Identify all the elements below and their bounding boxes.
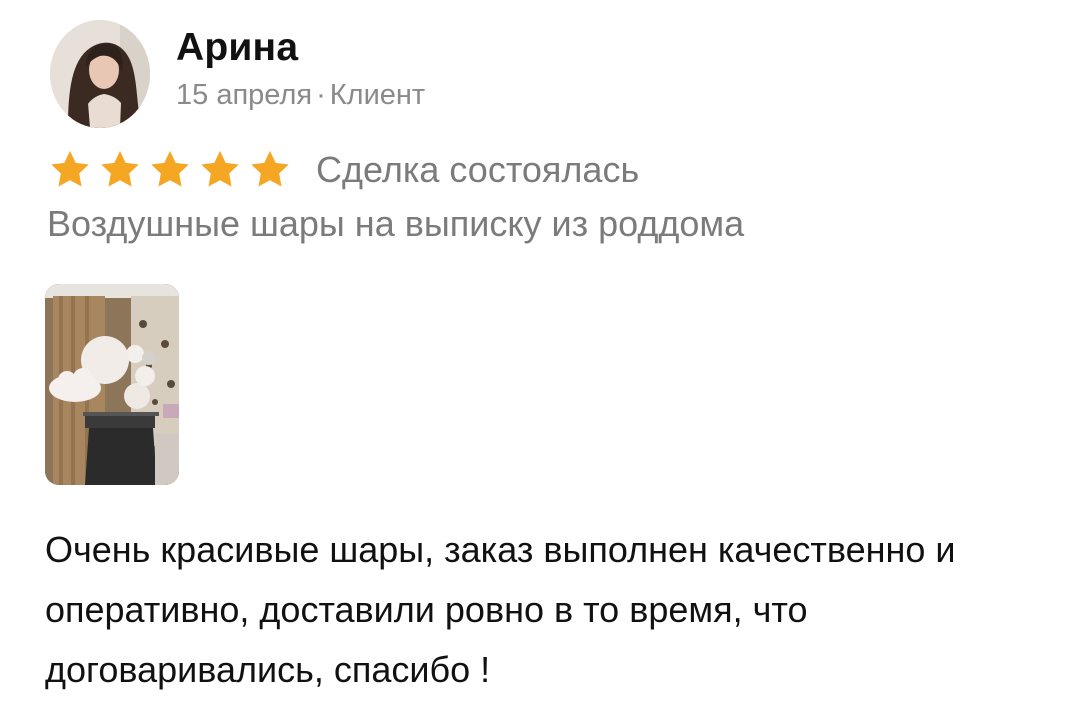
meta-separator: · xyxy=(316,79,326,111)
star-rating xyxy=(48,148,298,192)
service-title: Воздушные шары на выписку из роддома xyxy=(47,203,745,244)
review-text: Очень красивые шары, заказ выполнен каче… xyxy=(45,529,956,690)
star-icon xyxy=(98,148,142,192)
review-photo[interactable] xyxy=(45,284,179,485)
avatar-photo-icon xyxy=(50,20,150,128)
rating-row: Сделка состоялась xyxy=(48,146,639,194)
review-meta: 15 апреля · Клиент xyxy=(176,79,425,112)
author-role: Клиент xyxy=(329,79,426,111)
star-icon xyxy=(148,148,192,192)
star-icon xyxy=(48,148,92,192)
balloons-photo-icon xyxy=(45,284,179,485)
author-avatar[interactable] xyxy=(50,20,150,128)
deal-status: Сделка состоялась xyxy=(316,149,640,190)
review-date: 15 апреля xyxy=(176,79,313,111)
star-icon xyxy=(248,148,292,192)
review-card: Арина 15 апреля · Клиент Сделка состоялась… xyxy=(0,0,1080,713)
author-name[interactable]: Арина xyxy=(176,26,298,70)
star-icon xyxy=(198,148,242,192)
